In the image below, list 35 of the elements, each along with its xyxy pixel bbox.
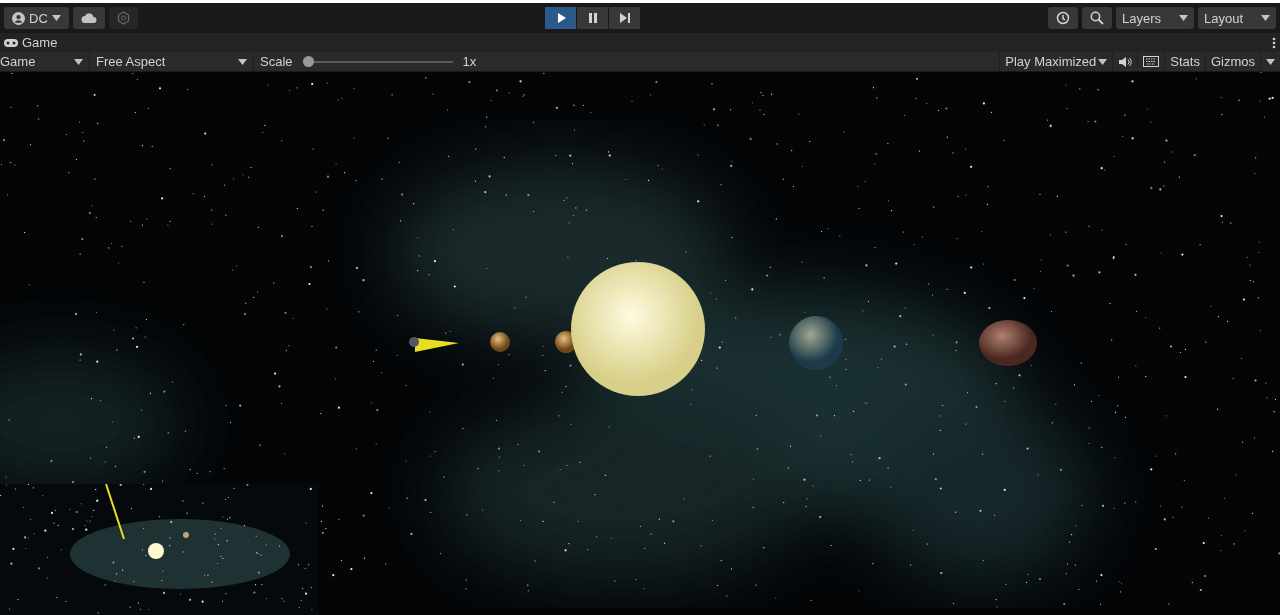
gamepad-icon [4,38,18,47]
step-button[interactable] [609,7,641,29]
play-button[interactable] [545,7,577,29]
caret-icon [1098,58,1108,65]
hexagon-icon [116,11,130,25]
display-dropdown[interactable]: Game [0,52,90,71]
gizmos-button[interactable]: Gizmos [1204,52,1260,71]
pause-button[interactable] [577,7,609,29]
search-button[interactable] [1082,7,1112,29]
aspect-dropdown[interactable]: Free Aspect [90,52,254,71]
history-button[interactable] [1048,7,1078,29]
game-tab[interactable]: Game [4,35,58,50]
account-dropdown[interactable]: DC [4,7,69,29]
caret-icon [51,15,61,21]
keyboard-icon [1143,56,1160,67]
caret-icon [1179,15,1188,21]
slider-thumb[interactable] [302,56,314,67]
caret-icon [1266,58,1275,65]
layout-dropdown[interactable]: Layout [1198,7,1276,29]
user-icon [12,11,25,25]
play-mode-dropdown[interactable]: Play Maximized [999,52,1113,71]
scale-label: Scale [259,53,294,71]
layers-dropdown[interactable]: Layers [1116,7,1194,29]
stats-button[interactable]: Stats [1164,52,1205,71]
cloud-button[interactable] [72,7,105,29]
search-icon [1090,11,1104,25]
step-icon [617,11,632,25]
history-icon [1056,11,1070,25]
caret-icon [1261,15,1270,21]
more-options-icon[interactable] [1272,36,1276,49]
speaker-icon [1118,55,1133,68]
cloud-icon [80,13,97,23]
caret-icon [74,58,83,65]
scale-value: 1x [461,53,478,71]
caret-icon [238,58,247,65]
